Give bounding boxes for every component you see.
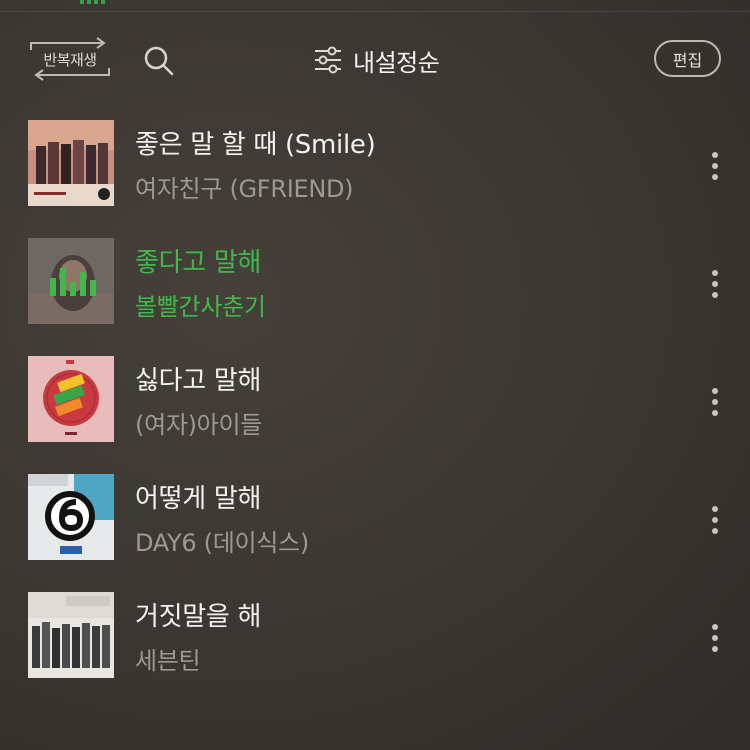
equalizer-bar-icon: [50, 278, 56, 296]
album-cover: [28, 238, 114, 324]
playlist-toolbar: 반복재생 내설정순 편집: [0, 30, 750, 88]
equalizer-indicator-icon: [80, 0, 106, 4]
track-artist: 세븐틴: [135, 647, 201, 675]
track-title: 어떻게 말해: [135, 484, 262, 514]
more-dot: [712, 152, 718, 158]
album-cover: [28, 592, 114, 678]
more-dot: [712, 646, 718, 652]
top-edge: [0, 0, 750, 12]
track-row[interactable]: 거짓말을 해 세븐틴: [0, 590, 750, 708]
more-dot: [712, 506, 718, 512]
search-button[interactable]: [142, 44, 176, 78]
repeat-label: 반복재생: [43, 51, 97, 69]
more-dot: [712, 174, 718, 180]
more-dot: [712, 388, 718, 394]
more-options-button[interactable]: [700, 150, 730, 182]
search-icon: [144, 46, 174, 76]
sort-label: 내설정순: [353, 48, 440, 77]
album-cover: [28, 356, 114, 442]
album-cover: [28, 120, 114, 206]
track-list: 좋은 말 할 때 (Smile) 여자친구 (GFRIEND) 좋다고 말해 볼…: [0, 118, 750, 708]
track-title: 싫다고 말해: [135, 366, 262, 396]
equalizer-bar-icon: [80, 272, 86, 296]
track-artist: 볼빨간사춘기: [135, 293, 266, 321]
more-options-button[interactable]: [700, 504, 730, 536]
more-dot: [712, 528, 718, 534]
more-dot: [712, 292, 718, 298]
track-title: 좋다고 말해: [135, 248, 262, 278]
more-dot: [712, 635, 718, 641]
more-options-button[interactable]: [700, 268, 730, 300]
track-title: 거짓말을 해: [135, 602, 262, 632]
more-dot: [712, 410, 718, 416]
track-row-playing[interactable]: 좋다고 말해 볼빨간사춘기: [0, 236, 750, 354]
edit-button[interactable]: 편집: [654, 40, 721, 77]
more-dot: [712, 517, 718, 523]
sort-settings-icon: [315, 46, 341, 74]
track-artist: (여자)아이들: [135, 411, 263, 439]
equalizer-bar-icon: [70, 282, 76, 296]
more-dot: [712, 624, 718, 630]
sort-button[interactable]: 내설정순: [313, 42, 440, 78]
more-dot: [712, 399, 718, 405]
track-row[interactable]: 좋은 말 할 때 (Smile) 여자친구 (GFRIEND): [0, 118, 750, 236]
equalizer-bar-icon: [90, 280, 96, 296]
equalizer-bar-icon: [60, 268, 66, 296]
album-cover: [28, 474, 114, 560]
track-row[interactable]: 어떻게 말해 DAY6 (데이식스): [0, 472, 750, 590]
more-dot: [712, 270, 718, 276]
more-options-button[interactable]: [700, 386, 730, 418]
track-row[interactable]: 싫다고 말해 (여자)아이들: [0, 354, 750, 472]
track-artist: 여자친구 (GFRIEND): [135, 175, 354, 203]
more-dot: [712, 163, 718, 169]
track-artist: DAY6 (데이식스): [135, 529, 309, 557]
repeat-button[interactable]: 반복재생: [28, 36, 112, 82]
more-dot: [712, 281, 718, 287]
track-title: 좋은 말 할 때 (Smile): [135, 130, 376, 160]
more-options-button[interactable]: [700, 622, 730, 654]
